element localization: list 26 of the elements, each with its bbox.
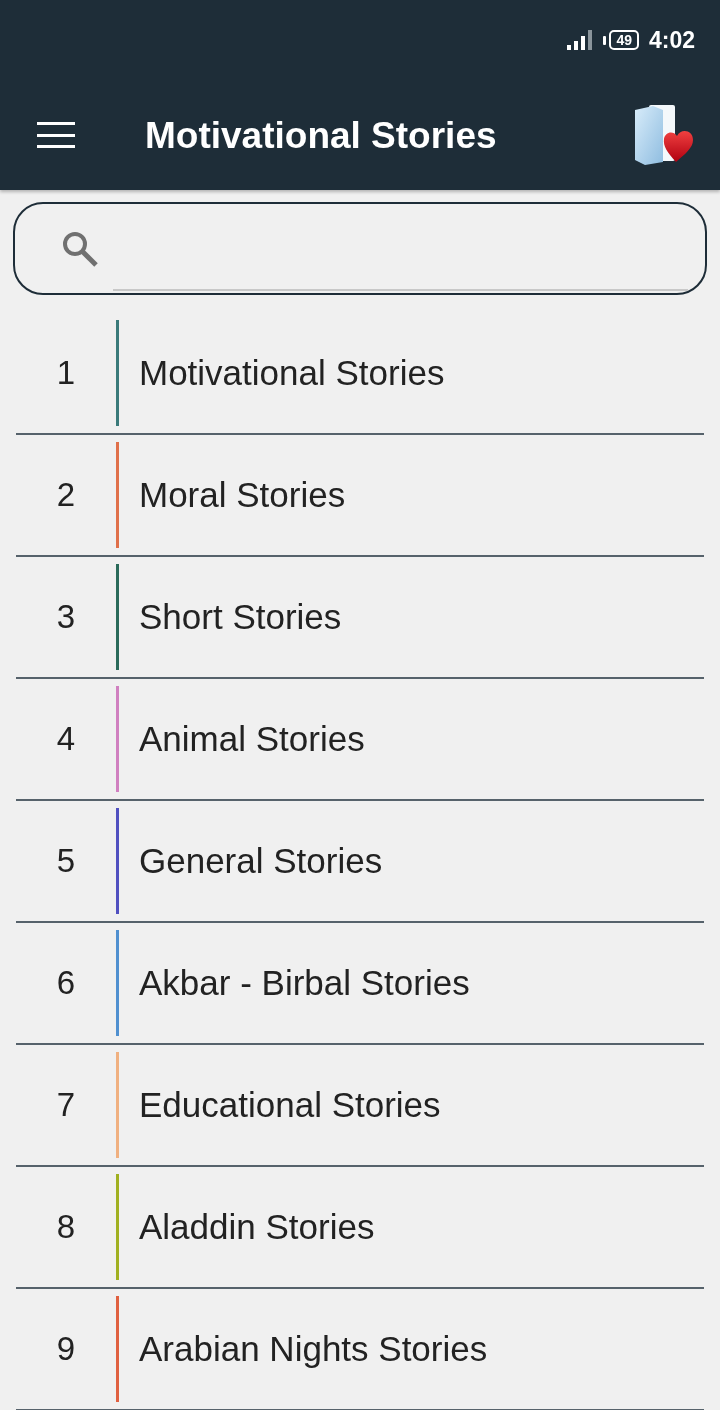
story-number: 9 <box>56 1329 76 1370</box>
battery-indicator: 49 <box>603 30 639 50</box>
app-title: Motivational Stories <box>145 116 498 154</box>
menu-icon[interactable] <box>37 122 75 148</box>
story-number: 4 <box>56 719 76 760</box>
folder-heart-icon[interactable] <box>633 104 695 166</box>
story-number: 3 <box>56 597 76 638</box>
story-title[interactable]: Arabian Nights Stories <box>139 1322 488 1376</box>
story-number: 8 <box>56 1207 76 1248</box>
story-number: 7 <box>56 1085 76 1126</box>
story-title[interactable]: Short Stories <box>139 590 342 644</box>
story-number: 2 <box>56 475 76 516</box>
story-title[interactable]: Aladdin Stories <box>139 1200 375 1254</box>
story-title[interactable]: Educational Stories <box>139 1078 441 1132</box>
story-number: 1 <box>56 353 76 394</box>
story-number: 5 <box>56 841 76 882</box>
story-title[interactable]: Akbar - Birbal Stories <box>139 956 470 1010</box>
search-icon <box>62 230 98 267</box>
signal-icon <box>567 30 594 50</box>
story-title[interactable]: Moral Stories <box>139 468 346 522</box>
story-title[interactable]: Animal Stories <box>139 712 365 766</box>
search-field[interactable] <box>13 202 707 295</box>
story-title[interactable]: General Stories <box>139 834 383 888</box>
story-number: 6 <box>56 963 76 1004</box>
clock-time: 4:02 <box>648 28 695 52</box>
story-title[interactable]: Motivational Stories <box>139 346 445 400</box>
